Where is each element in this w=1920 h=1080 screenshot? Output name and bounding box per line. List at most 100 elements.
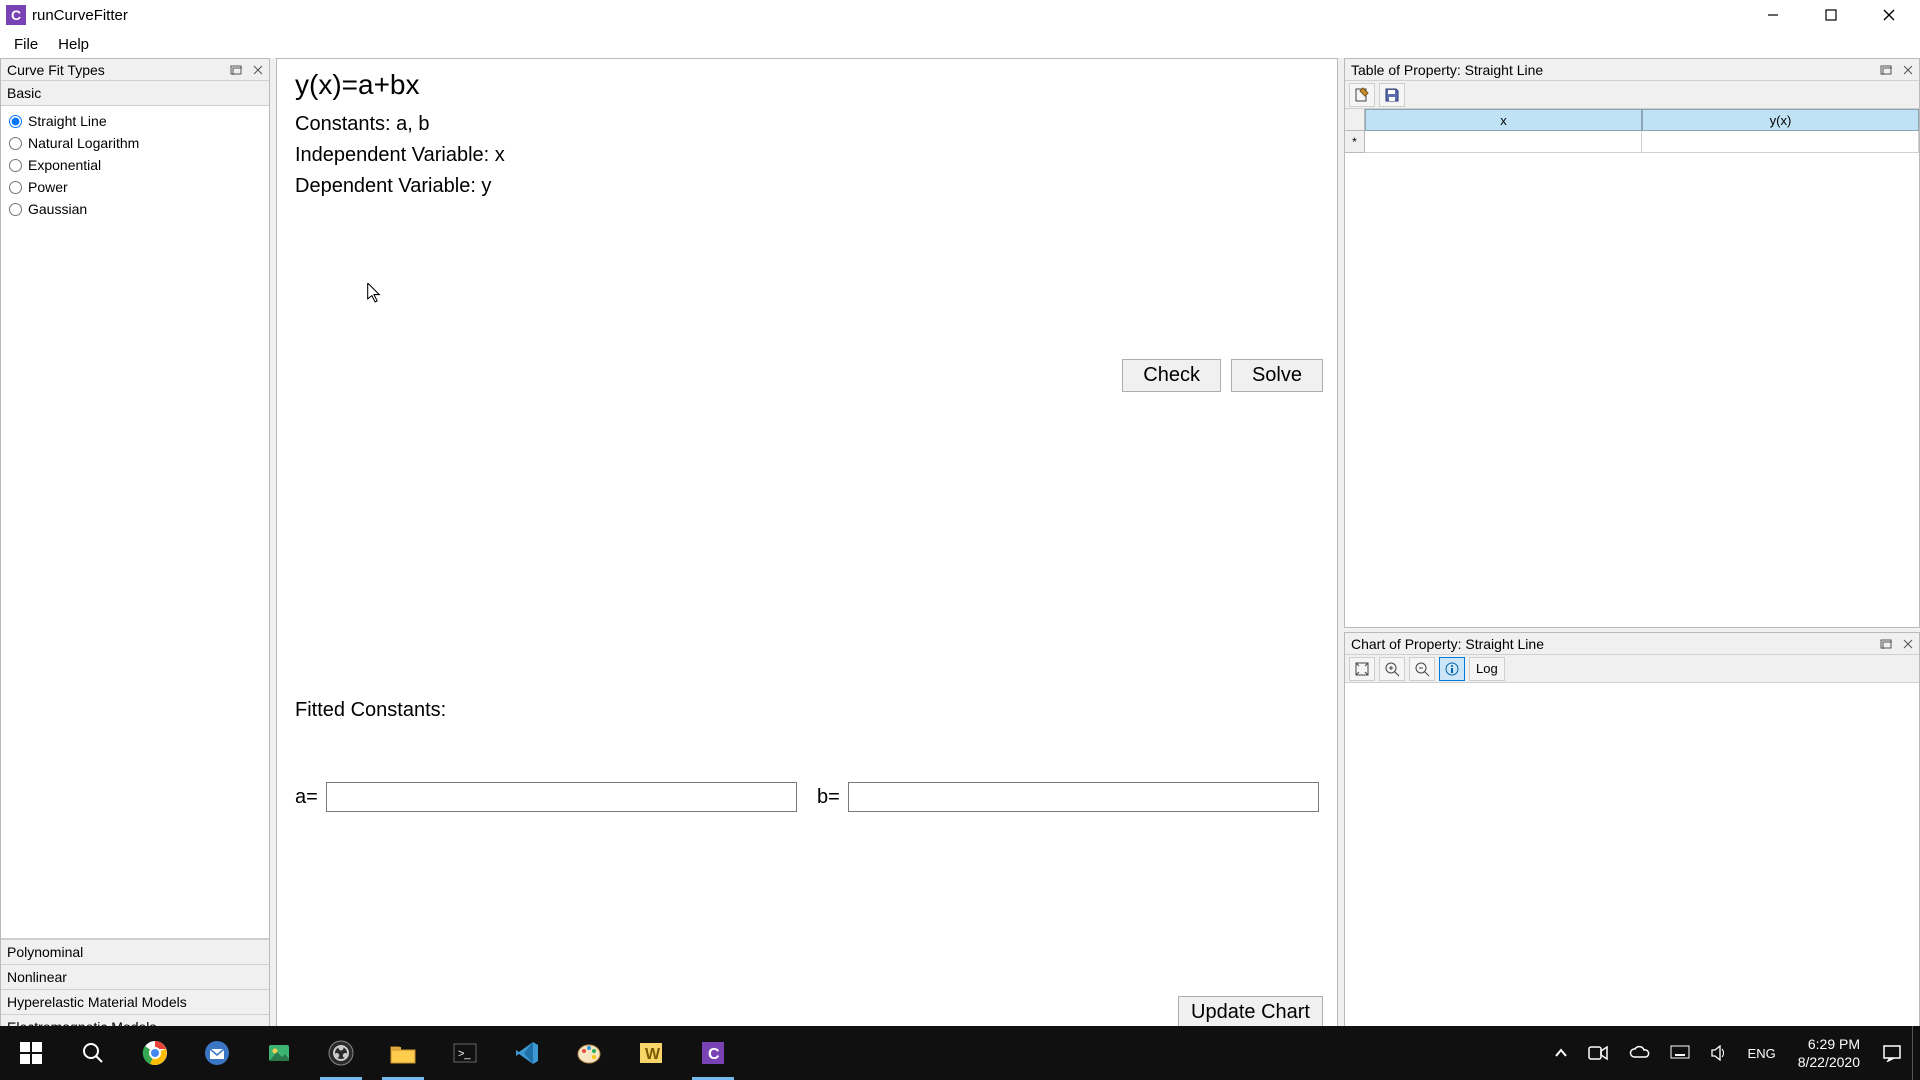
section-polynominal[interactable]: Polynominal: [1, 939, 269, 964]
table-dock-title: Table of Property: Straight Line: [1345, 59, 1919, 81]
section-hyperelastic[interactable]: Hyperelastic Material Models: [1, 989, 269, 1014]
chart-toolbar: Log: [1345, 655, 1919, 683]
taskbar-word[interactable]: W: [620, 1026, 682, 1080]
fit-natural-log-radio[interactable]: [9, 137, 22, 150]
chart-dock-float-button[interactable]: [1875, 634, 1897, 654]
chart-info-button[interactable]: [1439, 657, 1465, 681]
chart-dock-close-button[interactable]: [1897, 634, 1919, 654]
fit-exponential-radio[interactable]: [9, 159, 22, 172]
menu-file[interactable]: File: [4, 32, 48, 57]
taskbar-explorer[interactable]: [372, 1026, 434, 1080]
tray-overflow[interactable]: [1544, 1026, 1578, 1080]
taskbar-obs[interactable]: [310, 1026, 372, 1080]
fit-exponential[interactable]: Exponential: [1, 154, 269, 176]
taskbar-terminal[interactable]: >_: [434, 1026, 496, 1080]
svg-text:>_: >_: [458, 1048, 471, 1060]
solve-button[interactable]: Solve: [1231, 359, 1323, 392]
taskbar-search[interactable]: [62, 1026, 124, 1080]
taskbar-photos[interactable]: [248, 1026, 310, 1080]
const-a-input[interactable]: [326, 782, 797, 812]
table-save-button[interactable]: [1379, 83, 1405, 107]
curve-fit-types-title-text: Curve Fit Types: [7, 62, 105, 78]
fit-gaussian-radio[interactable]: [9, 203, 22, 216]
zoom-in-icon: [1384, 661, 1400, 677]
mail-icon: [204, 1040, 230, 1066]
dock-float-button[interactable]: [225, 60, 247, 80]
fit-gaussian-label: Gaussian: [28, 201, 87, 217]
grid-row-new[interactable]: *: [1345, 131, 1919, 153]
svg-text:C: C: [708, 1046, 720, 1063]
section-nonlinear[interactable]: Nonlinear: [1, 964, 269, 989]
grid-cell-x[interactable]: [1365, 131, 1642, 153]
fit-natural-log-label: Natural Logarithm: [28, 135, 139, 151]
tray-language[interactable]: ENG: [1738, 1026, 1786, 1080]
meet-now-icon: [1588, 1045, 1608, 1061]
fit-power-radio[interactable]: [9, 181, 22, 194]
taskbar-mail[interactable]: [186, 1026, 248, 1080]
show-desktop-button[interactable]: [1912, 1026, 1920, 1080]
menu-help[interactable]: Help: [48, 32, 99, 57]
close-button[interactable]: [1860, 0, 1918, 30]
close-icon: [1903, 639, 1913, 649]
fit-straight-line[interactable]: Straight Line: [1, 110, 269, 132]
update-chart-button[interactable]: Update Chart: [1178, 996, 1323, 1029]
minimize-icon: [1767, 9, 1779, 21]
chart-canvas[interactable]: [1345, 683, 1919, 1039]
chart-log-button[interactable]: Log: [1469, 657, 1505, 681]
section-basic[interactable]: Basic: [1, 81, 269, 105]
chart-zoom-out-button[interactable]: [1409, 657, 1435, 681]
grid-col-x[interactable]: x: [1365, 109, 1642, 131]
table-edit-button[interactable]: [1349, 83, 1375, 107]
zoom-fit-icon: [1354, 661, 1370, 677]
table-dock-float-button[interactable]: [1875, 60, 1897, 80]
table-dock-close-button[interactable]: [1897, 60, 1919, 80]
tray-volume[interactable]: [1700, 1026, 1738, 1080]
tray-input-indicator[interactable]: [1660, 1026, 1700, 1080]
window-title: runCurveFitter: [32, 7, 128, 24]
tray-onedrive[interactable]: [1618, 1026, 1660, 1080]
taskbar-paint[interactable]: [558, 1026, 620, 1080]
curvefitter-icon: C: [700, 1040, 726, 1066]
fit-straight-line-radio[interactable]: [9, 115, 22, 128]
close-icon: [1903, 65, 1913, 75]
cloud-icon: [1628, 1045, 1650, 1061]
taskbar-vscode[interactable]: [496, 1026, 558, 1080]
maximize-icon: [1825, 9, 1837, 21]
taskbar-tray: ENG 6:29 PM 8/22/2020: [1544, 1026, 1920, 1080]
grid-col-yx[interactable]: y(x): [1642, 109, 1919, 131]
fit-natural-log[interactable]: Natural Logarithm: [1, 132, 269, 154]
constants-line: Constants: a, b: [295, 113, 1319, 136]
grid-cell-yx[interactable]: [1642, 131, 1919, 153]
taskbar-chrome[interactable]: [124, 1026, 186, 1080]
chart-zoom-fit-button[interactable]: [1349, 657, 1375, 681]
tray-meet-now[interactable]: [1578, 1026, 1618, 1080]
dock-close-button[interactable]: [247, 60, 269, 80]
minimize-button[interactable]: [1744, 0, 1802, 30]
chart-zoom-in-button[interactable]: [1379, 657, 1405, 681]
search-icon: [82, 1042, 104, 1064]
chevron-up-icon: [1554, 1046, 1568, 1060]
app-icon: C: [6, 5, 26, 25]
const-b-label: b=: [817, 786, 840, 809]
check-button[interactable]: Check: [1122, 359, 1221, 392]
paint-icon: [576, 1040, 602, 1066]
tray-action-center[interactable]: [1872, 1026, 1912, 1080]
start-button[interactable]: [0, 1026, 62, 1080]
fit-power[interactable]: Power: [1, 176, 269, 198]
maximize-button[interactable]: [1802, 0, 1860, 30]
close-icon: [253, 65, 263, 75]
chart-dock-title-text: Chart of Property: Straight Line: [1351, 636, 1544, 652]
photos-icon: [266, 1040, 292, 1066]
tray-date: 8/22/2020: [1798, 1053, 1860, 1071]
grid-row-marker: *: [1345, 131, 1365, 153]
data-grid[interactable]: x y(x) *: [1345, 109, 1919, 627]
equation-text: y(x)=a+bx: [295, 69, 1319, 101]
tray-clock[interactable]: 6:29 PM 8/22/2020: [1786, 1035, 1872, 1071]
fitted-constants-block: Fitted Constants: a= b=: [295, 699, 1319, 812]
const-a-label: a=: [295, 786, 318, 809]
fit-gaussian[interactable]: Gaussian: [1, 198, 269, 220]
const-b-input[interactable]: [848, 782, 1319, 812]
edit-icon: [1354, 87, 1370, 103]
taskbar-curvefitter[interactable]: C: [682, 1026, 744, 1080]
chart-dock-title: Chart of Property: Straight Line: [1345, 633, 1919, 655]
